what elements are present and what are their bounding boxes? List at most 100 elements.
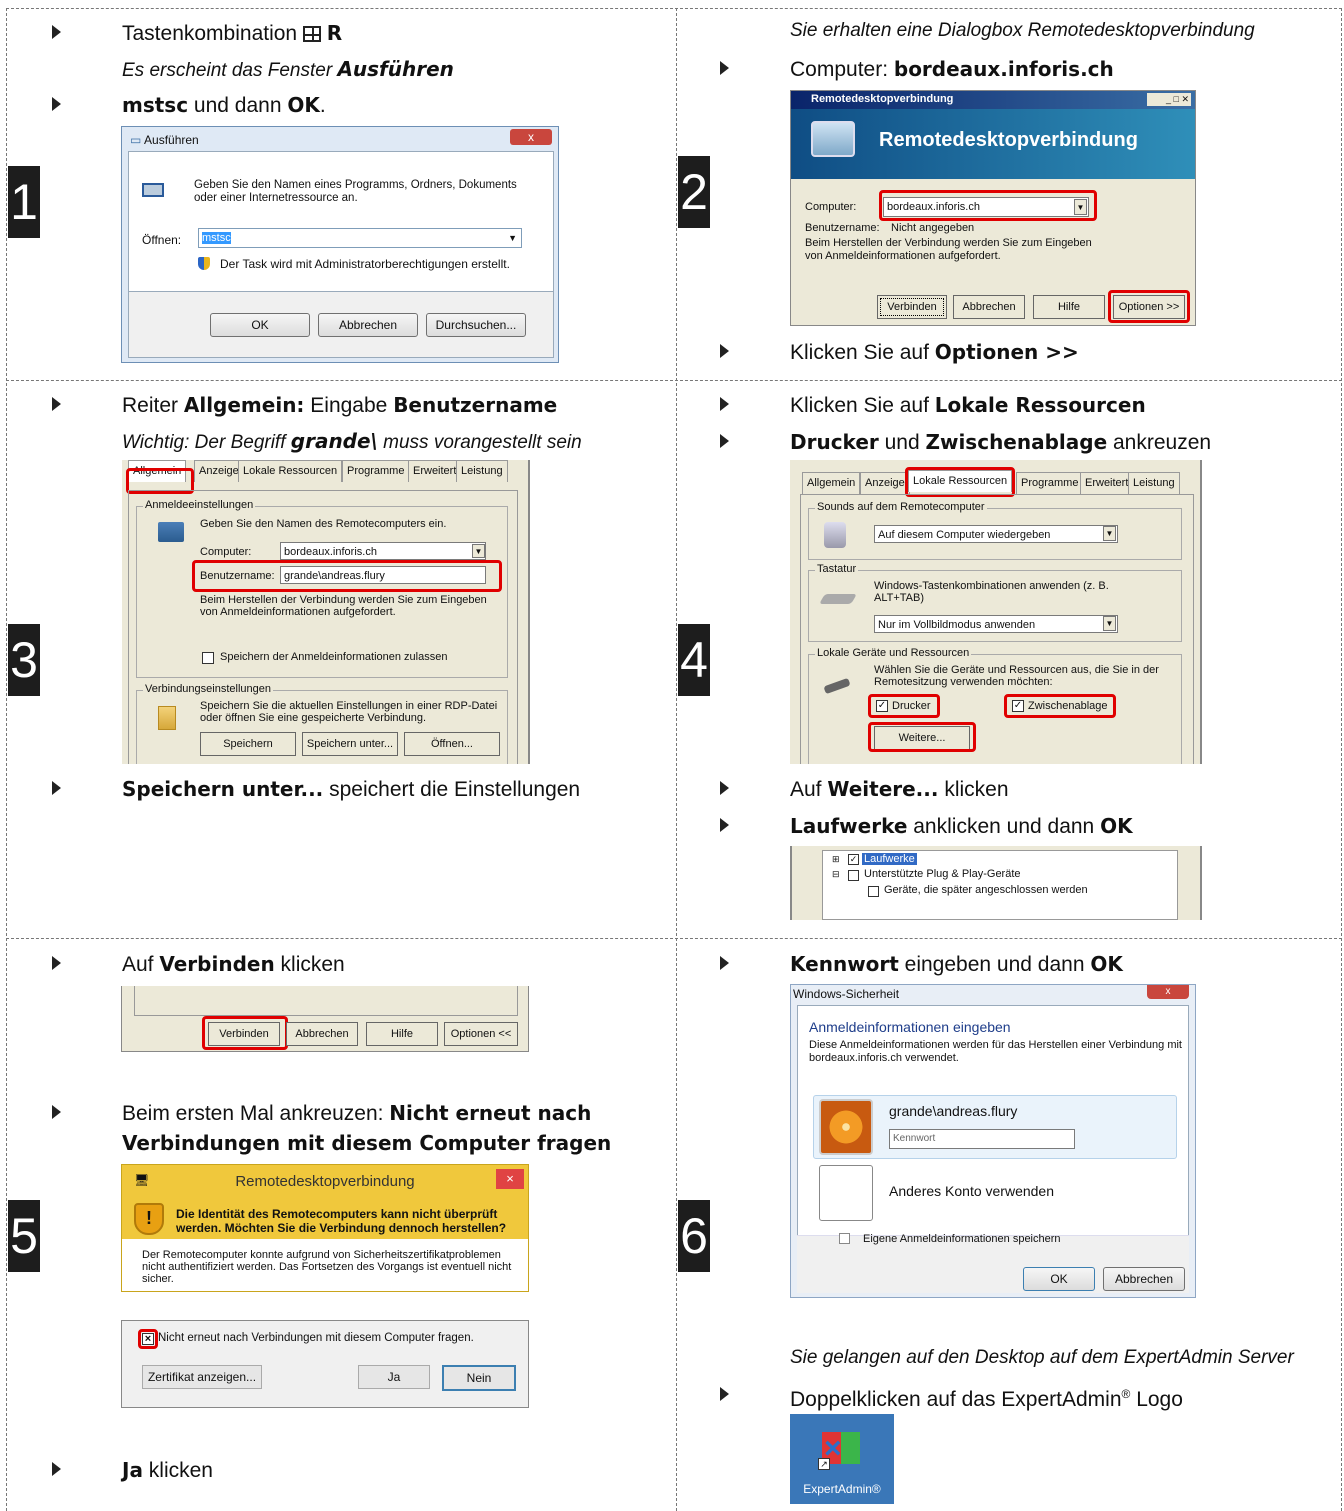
s6-line1: Kennwort eingeben und dann OK xyxy=(790,952,1123,976)
save-credentials-label: Speichern der Anmeldeinformationen zulas… xyxy=(220,651,448,663)
help-button[interactable]: Hilfe xyxy=(1033,295,1105,319)
sound-select[interactable]: Auf diesem Computer wiedergeben xyxy=(874,525,1118,543)
dropdown-arrow-icon[interactable]: ▼ xyxy=(1103,616,1116,631)
cancel-button[interactable]: Abbrechen xyxy=(286,1022,358,1046)
bullet-icon xyxy=(720,1387,729,1401)
tab-programs[interactable]: Programme xyxy=(342,460,410,482)
expertadmin-logo-icon[interactable]: × ↗ ExpertAdmin® xyxy=(790,1414,894,1504)
keyboard-select[interactable]: Nur im Vollbildmodus anwenden xyxy=(874,615,1118,633)
drives-checkbox[interactable]: ✓ xyxy=(848,854,859,865)
bullet-icon xyxy=(52,97,61,111)
warning-body: Der Remotecomputer konnte aufgrund von S… xyxy=(142,1249,512,1285)
later-devices-checkbox[interactable] xyxy=(868,886,879,897)
remember-checkbox[interactable] xyxy=(839,1233,850,1244)
folder-icon xyxy=(158,706,176,730)
connect-button[interactable]: Verbinden xyxy=(877,295,947,319)
run-dialog-title: ▭ Ausführen xyxy=(130,133,199,147)
s3-line1: Reiter Allgemein: Eingabe Benutzername xyxy=(122,393,558,417)
bullet-icon xyxy=(52,1462,61,1476)
cancel-button[interactable]: Abbrechen xyxy=(953,295,1025,319)
remember-label: Eigene Anmeldeinformationen speichern xyxy=(863,1233,1061,1245)
s3-line3: Speichern unter... speichert die Einstel… xyxy=(122,777,581,801)
cancel-button[interactable]: Abbrechen xyxy=(318,313,418,337)
drives-item[interactable]: Laufwerke xyxy=(862,853,917,865)
highlight-tab-local xyxy=(905,467,1015,497)
computer-label: Computer: xyxy=(805,201,857,213)
dont-ask-again-label: Nicht erneut nach Verbindungen mit diese… xyxy=(158,1332,474,1344)
save-as-button[interactable]: Speichern unter... xyxy=(302,732,398,756)
pnp-item[interactable]: Unterstützte Plug & Play-Geräte xyxy=(864,868,1021,880)
no-button[interactable]: Nein xyxy=(442,1365,516,1391)
highlight-connect xyxy=(202,1016,288,1050)
show-certificate-button[interactable]: Zertifikat anzeigen... xyxy=(142,1365,262,1389)
grid-border-right xyxy=(1341,8,1342,1511)
options-button[interactable]: Optionen << xyxy=(444,1022,518,1046)
highlight-clipboard xyxy=(1004,694,1116,718)
rdp-banner-title: Remotedesktopverbindung xyxy=(879,129,1138,151)
close-icon[interactable]: × xyxy=(496,1169,524,1189)
bullet-icon xyxy=(52,397,61,411)
computer-icon xyxy=(158,522,184,542)
collapse-icon[interactable]: ⊟ xyxy=(832,869,840,880)
bullet-icon xyxy=(52,781,61,795)
window-controls-icon[interactable]: _ □ ✕ xyxy=(1147,93,1191,106)
security-title: Windows-Sicherheit xyxy=(793,987,900,1001)
s4-line2: Drucker und Zwischenablage ankreuzen xyxy=(790,430,1212,454)
browse-button[interactable]: Durchsuchen... xyxy=(426,313,526,337)
later-devices-item[interactable]: Geräte, die später angeschlossen werden xyxy=(884,884,1088,896)
s5-line3: Ja klicken xyxy=(122,1458,213,1482)
computer-input[interactable]: bordeaux.inforis.ch xyxy=(280,542,486,560)
rdp-dialog: Remotedesktopverbindung _ □ ✕ Remotedesk… xyxy=(790,90,1196,326)
expand-icon[interactable]: ⊞ xyxy=(832,854,840,865)
shortcut-arrow-icon: ↗ xyxy=(818,1458,830,1470)
password-input[interactable]: Kennwort xyxy=(889,1129,1075,1149)
bullet-icon xyxy=(52,1105,61,1119)
cancel-button[interactable]: Abbrechen xyxy=(1103,1267,1185,1291)
tab-programs[interactable]: Programme xyxy=(1016,472,1084,494)
s1-line1: Tastenkombination R xyxy=(122,21,343,45)
ok-button[interactable]: OK xyxy=(1023,1267,1095,1291)
keyboard-icon xyxy=(819,594,857,604)
other-account-label[interactable]: Anderes Konto verwenden xyxy=(889,1183,1054,1199)
open-input[interactable]: mstsc ▼ xyxy=(198,228,522,248)
user-label: Benutzername: xyxy=(805,222,880,234)
devices-desc: Wählen Sie die Geräte und Ressourcen aus… xyxy=(874,664,1159,688)
s2-line3: Klicken Sie auf Optionen >> xyxy=(790,340,1079,364)
other-account-icon xyxy=(819,1165,873,1221)
s5-line2b: Verbindungen mit diesem Computer fragen xyxy=(122,1131,612,1155)
ok-button[interactable]: OK xyxy=(210,313,310,337)
tab-performance[interactable]: Leistung xyxy=(456,460,508,482)
user-name: grande\andreas.flury xyxy=(889,1103,1018,1119)
tab-general[interactable]: Allgemein xyxy=(802,472,861,494)
dropdown-arrow-icon[interactable]: ▼ xyxy=(472,544,485,558)
rdp-title: Remotedesktopverbindung xyxy=(811,93,954,105)
tab-display[interactable]: Anzeige xyxy=(860,472,910,494)
dropdown-arrow-icon[interactable]: ▼ xyxy=(1103,526,1116,541)
step-number-5: 5 xyxy=(8,1200,40,1272)
tab-local-resources[interactable]: Lokale Ressourcen xyxy=(238,460,343,482)
bullet-icon xyxy=(720,397,729,411)
save-button[interactable]: Speichern xyxy=(200,732,296,756)
open-button[interactable]: Öffnen... xyxy=(404,732,500,756)
shield-icon xyxy=(198,257,210,270)
bullet-icon xyxy=(720,818,729,832)
yes-button[interactable]: Ja xyxy=(358,1365,430,1389)
step-number-1: 1 xyxy=(8,166,40,238)
save-credentials-checkbox[interactable] xyxy=(202,652,214,664)
run-dialog: ▭ Ausführen x Geben Sie den Namen eines … xyxy=(121,126,559,363)
logo-label: ExpertAdmin® xyxy=(803,1482,881,1496)
s4-line4: Laufwerke anklicken und dann OK xyxy=(790,814,1133,838)
speaker-icon xyxy=(824,522,846,548)
close-icon[interactable]: x xyxy=(510,129,552,145)
pnp-checkbox[interactable] xyxy=(848,870,859,881)
tab-display[interactable]: Anzeige xyxy=(194,460,244,482)
help-button[interactable]: Hilfe xyxy=(366,1022,438,1046)
general-desc: Geben Sie den Namen des Remotecomputers … xyxy=(200,518,447,530)
tab-performance[interactable]: Leistung xyxy=(1128,472,1180,494)
security-warning-bottom: × Nicht erneut nach Verbindungen mit die… xyxy=(121,1320,529,1408)
bullet-icon xyxy=(720,344,729,358)
tab-advanced[interactable]: Erweitert xyxy=(1080,472,1134,494)
close-icon[interactable]: x xyxy=(1147,985,1189,999)
bullet-icon xyxy=(52,956,61,970)
tab-advanced[interactable]: Erweitert xyxy=(408,460,462,482)
